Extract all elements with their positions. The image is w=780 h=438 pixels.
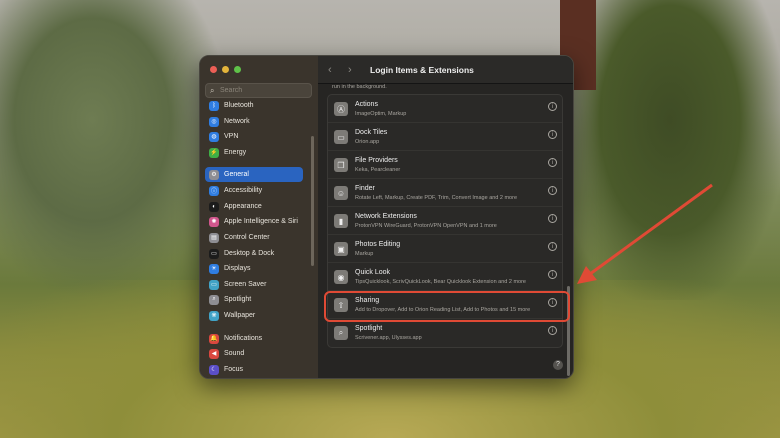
- annotation-arrow: [577, 183, 713, 284]
